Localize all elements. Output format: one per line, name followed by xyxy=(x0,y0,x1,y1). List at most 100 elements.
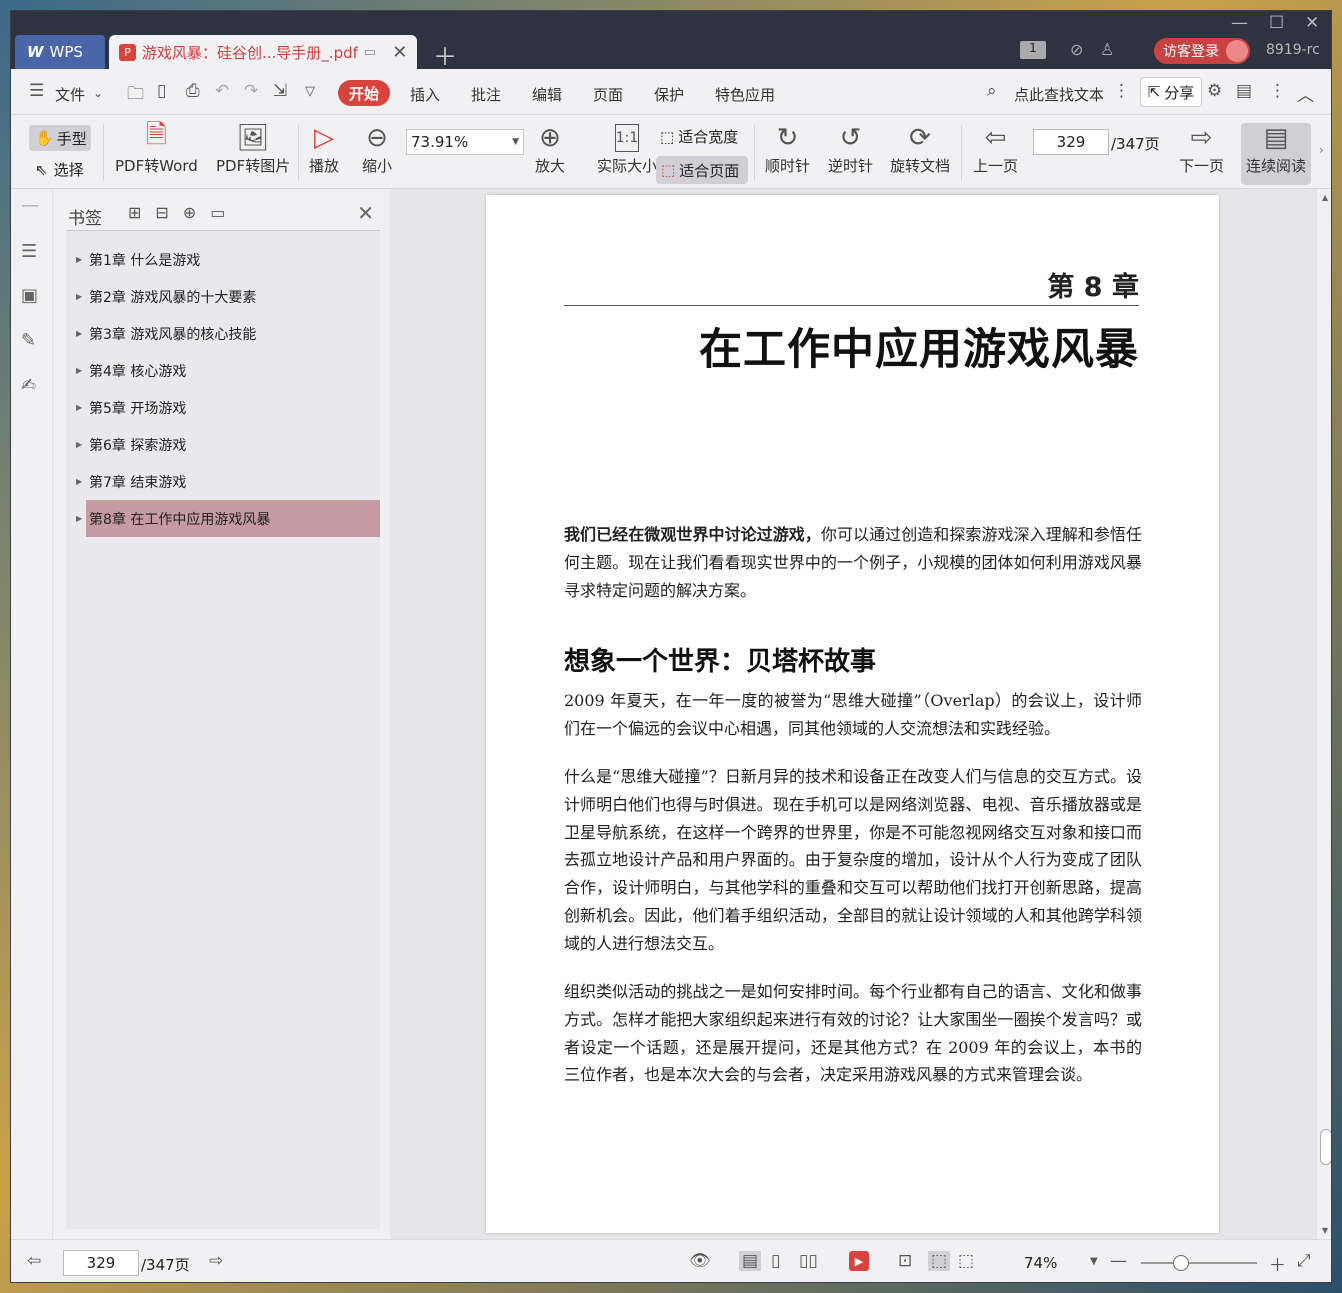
close-tab-icon[interactable]: ✕ xyxy=(392,42,407,63)
monitor-icon[interactable]: ▭ xyxy=(364,45,376,60)
minimize-icon[interactable]: — xyxy=(1231,13,1248,33)
bookmark-item[interactable]: ▶ 第2章 游戏风暴的十大要素 xyxy=(66,278,380,315)
shirt-icon[interactable]: ♙ xyxy=(1100,40,1114,59)
document-view[interactable]: 第 8 章 在工作中应用游戏风暴 我们已经在微观世界中讨论过游戏，你可以通过创造… xyxy=(390,189,1317,1239)
bookmark-settings-icon[interactable]: ▭ xyxy=(210,203,225,222)
zoom-select[interactable]: 73.91% ▼ xyxy=(406,129,524,155)
more-dropdown-icon[interactable]: ▽ xyxy=(305,84,315,99)
login-button[interactable]: 访客登录 xyxy=(1154,38,1250,64)
rotate-counterclockwise-button[interactable]: ↺ 逆时针 xyxy=(828,121,873,176)
expand-arrow-icon[interactable]: ▶ xyxy=(76,477,82,486)
save-icon[interactable]: ▯ xyxy=(157,81,166,101)
new-tab-button[interactable]: ＋ xyxy=(433,37,457,72)
two-page-icon[interactable]: ▯▯ xyxy=(799,1251,818,1271)
rotate-clockwise-button[interactable]: ↻ 顺时针 xyxy=(765,121,810,176)
tab-edit[interactable]: 编辑 xyxy=(532,84,562,105)
tab-document[interactable]: P 游戏风暴：硅谷创...导手册_.pdf ▭ ✕ xyxy=(109,35,417,69)
thumbnail-icon[interactable]: ▣ xyxy=(21,285,38,306)
undo-icon[interactable]: ↶ xyxy=(215,81,229,101)
search-icon[interactable]: ⌕ xyxy=(987,81,997,101)
annotation-icon[interactable]: ✎ xyxy=(21,330,36,351)
share-button[interactable]: ⇱ 分享 xyxy=(1140,77,1202,107)
menu-file[interactable]: 文件 xyxy=(55,84,85,105)
play-button[interactable]: ▷ 播放 xyxy=(309,121,339,176)
zoom-in-button[interactable]: ⊕ 放大 xyxy=(535,121,565,176)
fit-page-icon[interactable]: ⬚ xyxy=(928,1251,951,1271)
zoom-slider-knob[interactable] xyxy=(1173,1255,1189,1271)
prev-page-button[interactable]: ⇦ 上一页 xyxy=(973,121,1018,176)
collapse-ribbon-icon[interactable]: ︿ xyxy=(1297,81,1314,106)
expand-arrow-icon[interactable]: ▶ xyxy=(76,514,82,523)
more-options-icon[interactable]: ⋮ xyxy=(1269,81,1286,101)
bookmark-item[interactable]: ▶ 第6章 探索游戏 xyxy=(66,426,380,463)
expand-all-icon[interactable]: ⊞ xyxy=(128,203,141,222)
pdf-to-word-button[interactable]: 🗎 PDF转Word xyxy=(115,120,198,176)
bookmark-item-selected[interactable]: ▶ 第8章 在工作中应用游戏风暴 xyxy=(76,500,380,537)
pdf-to-image-button[interactable]: 🖼 PDF转图片 xyxy=(216,121,290,176)
more-vertical-icon[interactable]: ⋮ xyxy=(1113,81,1130,101)
next-page-icon[interactable]: ⇨ xyxy=(209,1251,223,1271)
redo-icon[interactable]: ↷ xyxy=(244,81,258,101)
window-count-badge[interactable]: 1 xyxy=(1020,41,1046,59)
expand-arrow-icon[interactable]: ▶ xyxy=(76,292,82,301)
prev-page-icon[interactable]: ⇦ xyxy=(27,1251,41,1271)
zoom-out-button[interactable]: ⊖ 缩小 xyxy=(362,121,392,176)
bookmark-item[interactable]: ▶ 第5章 开场游戏 xyxy=(66,389,380,426)
actual-size-button[interactable]: 1:1 实际大小 xyxy=(597,121,657,176)
next-page-button[interactable]: ⇨ 下一页 xyxy=(1179,121,1224,176)
close-window-icon[interactable]: ✕ xyxy=(1305,13,1319,33)
fullscreen-icon[interactable]: ⤢ xyxy=(1297,1251,1311,1271)
tab-annotate[interactable]: 批注 xyxy=(471,84,501,105)
rotate-document-button[interactable]: ⟳ 旋转文档 xyxy=(890,121,950,176)
select-tool-button[interactable]: ⇖ 选择 xyxy=(35,159,84,180)
signature-icon[interactable]: ✍ xyxy=(21,375,36,396)
hamburger-menu-icon[interactable]: ☰ xyxy=(29,81,44,101)
bookmark-item[interactable]: ▶ 第3章 游戏风暴的核心技能 xyxy=(66,315,380,352)
fit-width-icon[interactable]: ⬚ xyxy=(958,1251,974,1271)
fit-page-button[interactable]: ⬚ 适合页面 xyxy=(656,156,748,184)
add-bookmark-icon[interactable]: ⊕ xyxy=(183,203,196,222)
hand-tool-button[interactable]: ✋ 手型 xyxy=(29,125,91,151)
search-text-button[interactable]: 点此查找文本 xyxy=(1014,84,1104,105)
scrollbar-thumb[interactable] xyxy=(1320,1129,1331,1165)
zoom-slider[interactable] xyxy=(1141,1255,1257,1271)
bookmark-item[interactable]: ▶ 第7章 结束游戏 xyxy=(66,463,380,500)
bookmark-list-icon[interactable]: ☰ xyxy=(21,241,37,262)
tab-insert[interactable]: 插入 xyxy=(410,84,440,105)
chevron-down-icon[interactable]: ⌄ xyxy=(93,86,103,100)
open-folder-icon[interactable]: 🗀 xyxy=(127,81,144,110)
tab-protect[interactable]: 保护 xyxy=(654,84,684,105)
tab-wps-home[interactable]: W WPS xyxy=(15,35,105,69)
continuous-mode-icon[interactable]: ▤ xyxy=(739,1251,762,1271)
status-page-input[interactable]: 329 xyxy=(63,1250,139,1276)
fit-width-button[interactable]: ⬚ 适合宽度 xyxy=(660,126,738,147)
tab-page[interactable]: 页面 xyxy=(593,84,623,105)
toolbar-scroll-right-icon[interactable]: › xyxy=(1319,143,1324,157)
status-zoom-value[interactable]: 74% xyxy=(1024,1254,1057,1272)
bookmark-item[interactable]: ▶ 第1章 什么是游戏 xyxy=(66,241,380,278)
close-icon[interactable]: ✕ xyxy=(357,201,374,225)
zoom-dropdown-icon[interactable]: ▼ xyxy=(1090,1256,1098,1267)
tab-start[interactable]: 开始 xyxy=(338,80,390,106)
comment-icon[interactable]: ▤ xyxy=(1236,81,1252,101)
bookmark-item[interactable]: ▶ 第4章 核心游戏 xyxy=(66,352,380,389)
maximize-icon[interactable]: ☐ xyxy=(1269,13,1284,33)
record-icon[interactable]: ▶ xyxy=(849,1251,869,1271)
expand-arrow-icon[interactable]: ▶ xyxy=(76,255,82,264)
eye-protect-icon[interactable]: 👁 xyxy=(689,1251,711,1271)
zoom-out-icon[interactable]: — xyxy=(1110,1251,1127,1271)
scroll-down-icon[interactable]: ▼ xyxy=(1322,1226,1328,1235)
single-page-icon[interactable]: ▯ xyxy=(771,1251,780,1271)
actual-size-icon[interactable]: ⊡ xyxy=(898,1251,912,1271)
zoom-in-icon[interactable]: ＋ xyxy=(1269,1251,1286,1276)
expand-arrow-icon[interactable]: ▶ xyxy=(76,366,82,375)
expand-arrow-icon[interactable]: ▶ xyxy=(76,440,82,449)
print-icon[interactable]: ⎙ xyxy=(186,81,200,101)
tab-special[interactable]: 特色应用 xyxy=(715,84,775,105)
gear-icon[interactable]: ⚙ xyxy=(1207,81,1222,101)
scroll-up-icon[interactable]: ▲ xyxy=(1322,193,1328,202)
page-number-input[interactable]: 329 xyxy=(1033,129,1109,155)
vertical-scrollbar[interactable]: ▲ ▼ xyxy=(1317,189,1331,1239)
skin-icon[interactable]: ⊘ xyxy=(1070,40,1083,59)
collapse-all-icon[interactable]: ⊟ xyxy=(155,203,168,222)
